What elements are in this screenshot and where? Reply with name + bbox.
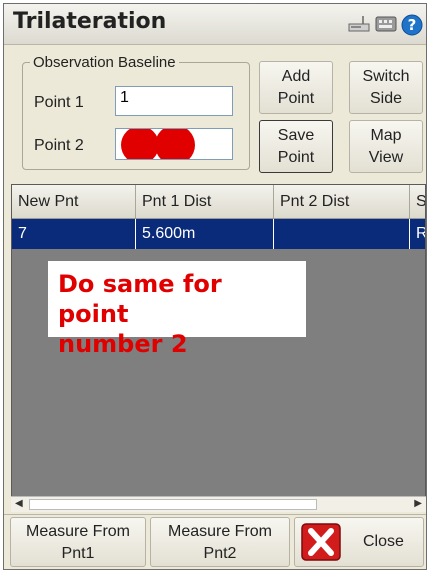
- keyboard-icon[interactable]: [375, 14, 397, 39]
- cell-side: Ri: [410, 219, 425, 249]
- close-label: Close: [363, 533, 404, 550]
- map-view-button[interactable]: Map View: [349, 120, 423, 173]
- close-button[interactable]: Close: [294, 517, 424, 567]
- point2-label: Point 2: [34, 137, 84, 154]
- switch-side-line2: Side: [369, 90, 403, 107]
- help-icon[interactable]: ?: [401, 14, 423, 41]
- cell-pnt2-dist: [274, 219, 410, 249]
- title-bar: Trilateration ?: [4, 4, 426, 45]
- add-point-button[interactable]: Add Point: [259, 61, 333, 114]
- point2-input[interactable]: [115, 128, 233, 160]
- column-header-new-pnt[interactable]: New Pnt: [12, 185, 136, 218]
- cell-pnt1-dist: 5.600m: [136, 219, 274, 249]
- add-point-line1: Add: [281, 68, 311, 85]
- measure-from-pnt1-button[interactable]: Measure From Pnt1: [10, 517, 146, 567]
- measure2-line1: Measure From: [167, 523, 273, 540]
- redaction-mark: [121, 129, 195, 159]
- table-header: New Pnt Pnt 1 Dist Pnt 2 Dist Si: [12, 185, 425, 219]
- measure1-line2: Pnt1: [61, 545, 95, 562]
- column-header-pnt2-dist[interactable]: Pnt 2 Dist: [274, 185, 410, 218]
- point1-input[interactable]: 1: [115, 86, 233, 116]
- map-view-line2: View: [368, 149, 404, 166]
- annotation-line1: Do same for point: [58, 270, 222, 328]
- save-point-button[interactable]: Save Point: [259, 120, 333, 173]
- scroll-left-arrow-icon[interactable]: ◀: [15, 498, 23, 509]
- network-icon[interactable]: [347, 14, 371, 39]
- switch-side-button[interactable]: Switch Side: [349, 61, 423, 114]
- point1-label: Point 1: [34, 94, 84, 111]
- save-point-line1: Save: [277, 127, 315, 144]
- cell-new-pnt: 7: [12, 219, 136, 249]
- table-row[interactable]: 7 5.600m Ri: [12, 219, 425, 249]
- table-horizontal-scrollbar[interactable]: ◀ ▶: [11, 496, 426, 512]
- scrollbar-thumb[interactable]: [29, 499, 317, 510]
- measure-from-pnt2-button[interactable]: Measure From Pnt2: [150, 517, 290, 567]
- close-icon: [301, 523, 341, 568]
- save-point-line2: Point: [277, 149, 315, 166]
- observation-baseline-legend: Observation Baseline: [30, 54, 179, 71]
- measure1-line1: Measure From: [25, 523, 131, 540]
- measure2-line2: Pnt2: [203, 545, 237, 562]
- annotation-line2: number 2: [58, 330, 188, 358]
- switch-side-line1: Switch: [362, 68, 410, 85]
- map-view-line1: Map: [370, 127, 402, 144]
- add-point-line2: Point: [277, 90, 315, 107]
- instruction-annotation: Do same for point number 2: [48, 261, 306, 358]
- window-title: Trilateration: [13, 9, 167, 34]
- column-header-side[interactable]: Si: [410, 185, 425, 218]
- svg-text:?: ?: [408, 16, 417, 34]
- scroll-right-arrow-icon[interactable]: ▶: [414, 498, 422, 509]
- trilateration-window: Trilateration ? Observation Baseline Poi…: [3, 3, 427, 570]
- column-header-pnt1-dist[interactable]: Pnt 1 Dist: [136, 185, 274, 218]
